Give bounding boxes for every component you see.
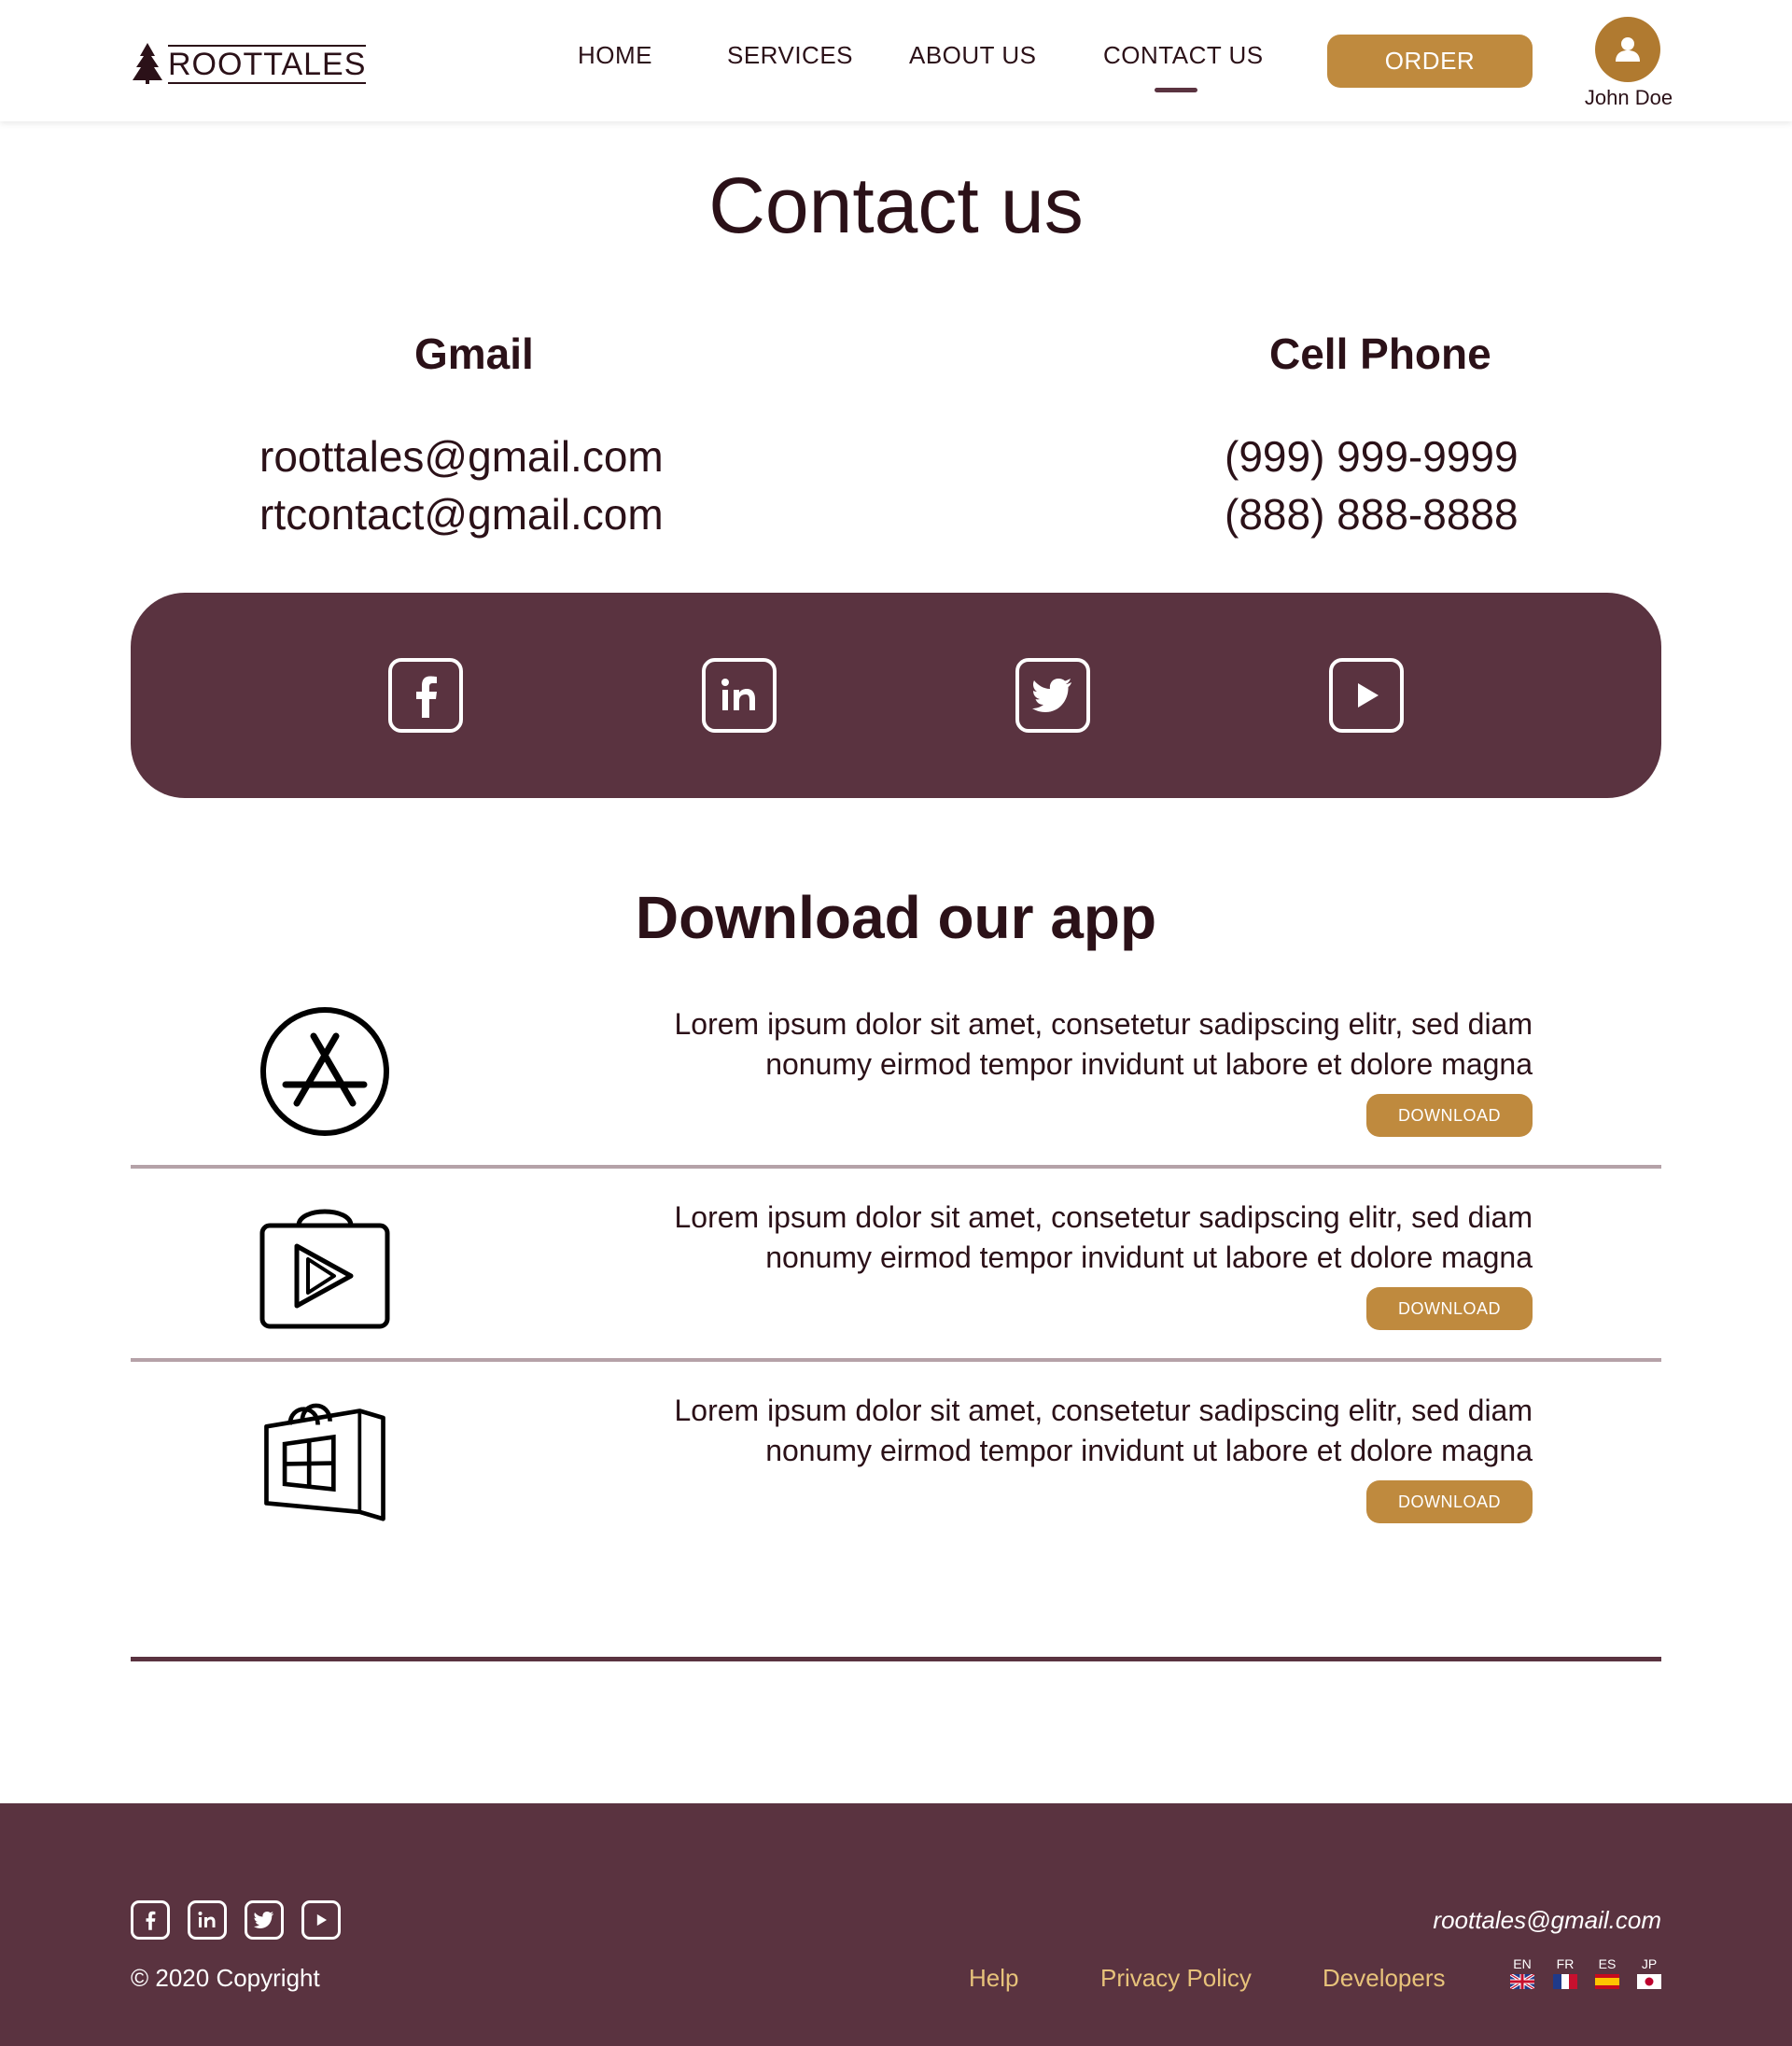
divider <box>131 1165 1661 1169</box>
linkedin-icon[interactable] <box>702 658 777 733</box>
user-name: John Doe <box>1584 86 1673 109</box>
linkedin-icon[interactable] <box>188 1900 227 1940</box>
active-nav-indicator <box>1155 88 1197 92</box>
download-button[interactable]: DOWNLOAD <box>1366 1287 1533 1330</box>
footer-email[interactable]: roottales@gmail.com <box>1381 1906 1661 1935</box>
footer-link-help[interactable]: Help <box>969 1964 1018 1993</box>
copyright: © 2020 Copyright <box>131 1964 320 1992</box>
app-description: Lorem ipsum dolor sit amet, consetetur s… <box>560 1198 1533 1278</box>
email-primary[interactable]: roottales@gmail.com <box>259 431 664 482</box>
spain-flag-icon <box>1595 1974 1619 1989</box>
app-description-line: nonumy eirmod tempor invidunt ut labore … <box>765 1240 1533 1274</box>
app-description: Lorem ipsum dolor sit amet, consetetur s… <box>560 1004 1533 1085</box>
divider <box>131 1358 1661 1362</box>
youtube-icon[interactable] <box>1329 658 1404 733</box>
user-icon <box>1616 37 1640 62</box>
gmail-title: Gmail <box>414 329 534 378</box>
footer: © 2020 Copyright roottales@gmail.com Hel… <box>0 1803 1792 2046</box>
order-button[interactable]: ORDER <box>1327 35 1533 88</box>
app-row-microsoft-store: Lorem ipsum dolor sit amet, consetetur s… <box>0 1391 1792 1577</box>
top-navbar: ROOTTALES HOME SERVICES ABOUT US CONTACT… <box>0 0 1792 121</box>
download-title: Download our app <box>635 884 1157 951</box>
twitter-icon[interactable] <box>1015 658 1090 733</box>
page-title: Contact us <box>708 161 1084 249</box>
language-es[interactable]: ES <box>1593 1956 1621 1989</box>
microsoft-store-icon[interactable] <box>259 1392 390 1522</box>
app-description-line: nonumy eirmod tempor invidunt ut labore … <box>765 1047 1533 1081</box>
phone-secondary[interactable]: (888) 888-8888 <box>1225 489 1519 540</box>
social-banner <box>131 593 1661 798</box>
logo-text: ROOTTALES <box>168 45 367 84</box>
language-en[interactable]: EN <box>1508 1956 1536 1989</box>
avatar[interactable] <box>1595 17 1660 82</box>
france-flag-icon <box>1553 1974 1577 1989</box>
japan-flag-icon <box>1637 1974 1661 1989</box>
download-button[interactable]: DOWNLOAD <box>1366 1094 1533 1137</box>
app-description-line: Lorem ipsum dolor sit amet, consetetur s… <box>674 1394 1533 1427</box>
app-row-google-play: Lorem ipsum dolor sit amet, consetetur s… <box>0 1198 1792 1384</box>
logo[interactable]: ROOTTALES <box>131 39 367 84</box>
app-description-line: nonumy eirmod tempor invidunt ut labore … <box>765 1434 1533 1467</box>
uk-flag-icon <box>1510 1974 1534 1989</box>
section-divider <box>131 1657 1661 1661</box>
phone-primary[interactable]: (999) 999-9999 <box>1225 431 1519 482</box>
language-code: FR <box>1556 1956 1575 1971</box>
language-fr[interactable]: FR <box>1551 1956 1579 1989</box>
footer-link-developers[interactable]: Developers <box>1323 1964 1446 1993</box>
language-code: ES <box>1598 1956 1617 1971</box>
nav-home[interactable]: HOME <box>578 41 652 70</box>
google-play-icon[interactable] <box>259 1199 390 1330</box>
nav-about-us[interactable]: ABOUT US <box>909 41 1036 70</box>
nav-services[interactable]: SERVICES <box>727 41 853 70</box>
facebook-icon[interactable] <box>388 658 463 733</box>
nav-contact-us[interactable]: CONTACT US <box>1103 41 1264 70</box>
email-secondary[interactable]: rtcontact@gmail.com <box>259 489 664 540</box>
youtube-icon[interactable] <box>301 1900 341 1940</box>
footer-link-privacy-policy[interactable]: Privacy Policy <box>1100 1964 1252 1993</box>
app-row-app-store: Lorem ipsum dolor sit amet, consetetur s… <box>0 1004 1792 1191</box>
facebook-icon[interactable] <box>131 1900 170 1940</box>
app-description-line: Lorem ipsum dolor sit amet, consetetur s… <box>674 1200 1533 1234</box>
twitter-icon[interactable] <box>245 1900 284 1940</box>
app-description-line: Lorem ipsum dolor sit amet, consetetur s… <box>674 1007 1533 1041</box>
language-code: EN <box>1513 1956 1532 1971</box>
tree-icon <box>133 43 162 84</box>
app-store-icon[interactable] <box>259 1006 390 1137</box>
cell-phone-title: Cell Phone <box>1269 329 1491 378</box>
language-jp[interactable]: JP <box>1635 1956 1663 1989</box>
download-button[interactable]: DOWNLOAD <box>1366 1480 1533 1523</box>
language-code: JP <box>1641 1956 1658 1971</box>
app-description: Lorem ipsum dolor sit amet, consetetur s… <box>560 1391 1533 1471</box>
